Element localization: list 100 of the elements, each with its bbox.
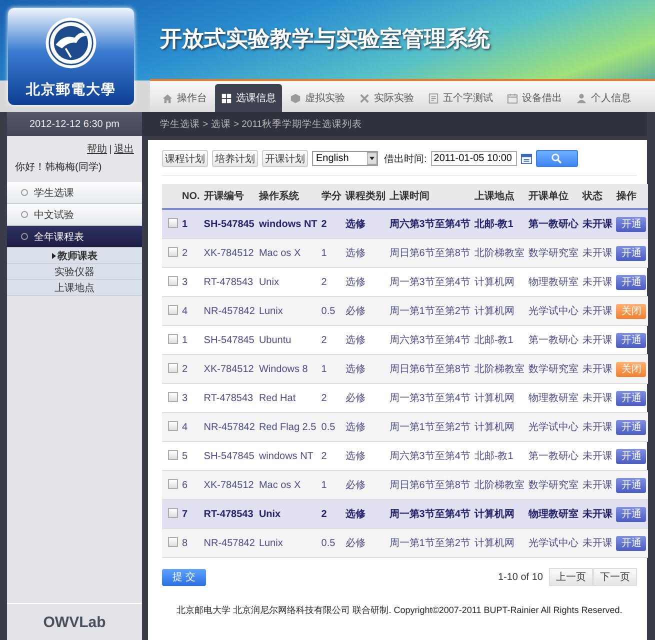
no-cell: 8 <box>180 528 202 558</box>
open-button[interactable]: 开通 <box>616 506 646 522</box>
unit-cell: 光学试中心 <box>526 296 580 326</box>
time-cell: 周一第1节至第2节 <box>387 528 472 558</box>
time-field[interactable]: 2011-01-05 10:00 <box>430 151 517 166</box>
code-cell: NR-457842 <box>202 296 257 326</box>
next-page-button[interactable]: 下一页 <box>593 568 637 586</box>
row-checkbox[interactable] <box>168 362 178 372</box>
submenu-item[interactable]: 实验仪器 <box>7 264 142 280</box>
place-cell: 计算机网 <box>472 528 526 558</box>
plan-button[interactable]: 开课计划 <box>262 150 308 167</box>
submit-button[interactable]: 提 交 <box>162 568 206 586</box>
type-cell: 必修 <box>343 528 388 558</box>
emblem-icon <box>44 16 98 70</box>
tools-icon <box>359 92 370 104</box>
code-cell: NR-457842 <box>202 528 257 558</box>
row-checkbox[interactable] <box>168 304 178 314</box>
column-header: NO. <box>180 184 202 209</box>
type-cell: 选修 <box>343 412 388 442</box>
table-row[interactable]: 1 SH-547845 windows NT 2 选修 周六第3节至第4节 北邮-教1 第一教研心 未开课 开通 <box>162 209 648 238</box>
page-summary: 1-10 of 10 <box>498 572 543 582</box>
column-header: 开课编号 <box>202 184 257 209</box>
time-cell: 周一第1节至第2节 <box>387 412 472 442</box>
help-link[interactable]: 帮助 <box>87 142 107 156</box>
row-checkbox[interactable] <box>168 450 178 460</box>
language-select[interactable]: English <box>312 151 378 166</box>
code-cell: NR-457842 <box>202 412 257 442</box>
time-cell: 周日第6节至第8节 <box>387 354 472 384</box>
column-header: 上课地点 <box>472 184 526 209</box>
open-button[interactable]: 开通 <box>616 390 646 406</box>
row-checkbox[interactable] <box>168 420 178 430</box>
greeting-text: 你好！韩梅梅(同学) <box>15 160 103 174</box>
column-header: 操作 <box>614 184 648 209</box>
type-cell: 选修 <box>343 354 388 384</box>
table-row[interactable]: 2 XK-784512 Mac os X 1 选修 周日第6节至第8节 北阶梯教室 数学研究室 未开课 开通 <box>162 238 648 268</box>
credit-cell: 1 <box>319 354 344 384</box>
nav-tab[interactable]: 操作台 <box>156 84 213 112</box>
time-label: 借出时间: <box>384 152 427 166</box>
nav-tab[interactable]: 五个字测试 <box>422 84 499 112</box>
table-row[interactable]: 4 NR-457842 Lunix 0.5 必修 周一第1节至第2节 计算机网 光学试中心 未开课 关闭 <box>162 296 648 326</box>
table-row[interactable]: 2 XK-784512 Windows 8 1 选修 周日第6节至第8节 北阶梯教室 数学研究室 未开课 关闭 <box>162 354 648 384</box>
credit-cell: 0.5 <box>319 412 344 442</box>
status-cell: 未开课 <box>580 354 614 384</box>
place-cell: 计算机网 <box>472 296 526 326</box>
column-header: 开课单位 <box>526 184 580 209</box>
open-button[interactable]: 开通 <box>616 536 646 550</box>
logout-link[interactable]: 退出 <box>114 142 134 156</box>
search-button[interactable] <box>536 150 578 167</box>
plan-button[interactable]: 培养计划 <box>212 150 258 167</box>
row-checkbox[interactable] <box>168 218 178 228</box>
status-cell: 未开课 <box>580 412 614 442</box>
person-icon <box>576 92 587 104</box>
checkbox-column-header <box>162 184 180 209</box>
menu-item[interactable]: 全年课程表 <box>7 226 142 248</box>
table-row[interactable]: 4 NR-457842 Red Flag 2.5 0.5 选修 周一第1节至第2节 计算机网 光学试中心 未开课 开通 <box>162 412 648 442</box>
open-button[interactable]: 开通 <box>616 216 646 232</box>
row-checkbox[interactable] <box>168 246 178 256</box>
open-button[interactable]: 开通 <box>616 448 646 464</box>
cube-icon <box>290 92 301 104</box>
previous-page-button[interactable]: 上一页 <box>549 568 593 586</box>
row-checkbox[interactable] <box>168 392 178 402</box>
triangle-icon <box>52 252 56 258</box>
nav-tab[interactable]: 实际实验 <box>353 84 420 112</box>
brand-logo: OWVLab <box>43 614 106 630</box>
caret-icon <box>367 152 377 165</box>
plan-button[interactable]: 课程计划 <box>162 150 208 167</box>
search-icon <box>551 153 562 164</box>
menu-item[interactable]: 中文试验 <box>7 204 142 226</box>
row-checkbox[interactable] <box>168 276 178 286</box>
table-row[interactable]: 6 XK-784512 Mac os X 1 必修 周日第6节至第8节 北阶梯教室 数学研究室 未开课 开通 <box>162 470 648 500</box>
credit-cell: 1 <box>319 238 344 268</box>
menu-item[interactable]: 学生选课 <box>7 182 142 204</box>
submenu-item[interactable]: 教师课表 <box>7 248 142 264</box>
row-checkbox[interactable] <box>168 334 178 344</box>
column-header: 状态 <box>580 184 614 209</box>
grid-icon <box>221 92 232 104</box>
open-button[interactable]: 开通 <box>616 420 646 434</box>
row-checkbox[interactable] <box>168 536 178 546</box>
table-row[interactable]: 7 RT-478543 Unix 2 选修 周一第3节至第4节 计算机网 物理教研室 未开课 开通 <box>162 500 648 528</box>
nav-tab[interactable]: 个人信息 <box>570 84 637 112</box>
os-cell: Mac os X <box>256 238 320 268</box>
status-cell: 未开课 <box>580 528 614 558</box>
os-cell: Red Flag 2.5 <box>256 412 320 442</box>
house-icon <box>162 92 173 104</box>
open-button[interactable]: 开通 <box>616 332 646 348</box>
logo-text: 北京郵電大學 <box>26 81 116 99</box>
unit-cell: 数学研究室 <box>526 354 580 384</box>
nav-tab[interactable]: 设备借出 <box>501 84 568 112</box>
table-row[interactable]: 8 NR-457842 Lunix 0.5 必修 周一第1节至第2节 计算机网 光学试中心 未开课 开通 <box>162 528 648 558</box>
open-button[interactable]: 开通 <box>616 274 646 290</box>
nav-tab[interactable]: 虚拟实验 <box>284 84 351 112</box>
open-button[interactable]: 开通 <box>616 246 646 260</box>
credit-cell: 0.5 <box>319 296 344 326</box>
credit-cell: 0.5 <box>319 528 344 558</box>
submenu-item[interactable]: 上课地点 <box>7 280 142 296</box>
calendar-icon[interactable] <box>520 153 532 164</box>
open-button[interactable]: 开通 <box>616 478 646 492</box>
nav-tab[interactable]: 选课信息 <box>215 84 282 112</box>
row-checkbox[interactable] <box>168 508 178 518</box>
row-checkbox[interactable] <box>168 478 178 488</box>
